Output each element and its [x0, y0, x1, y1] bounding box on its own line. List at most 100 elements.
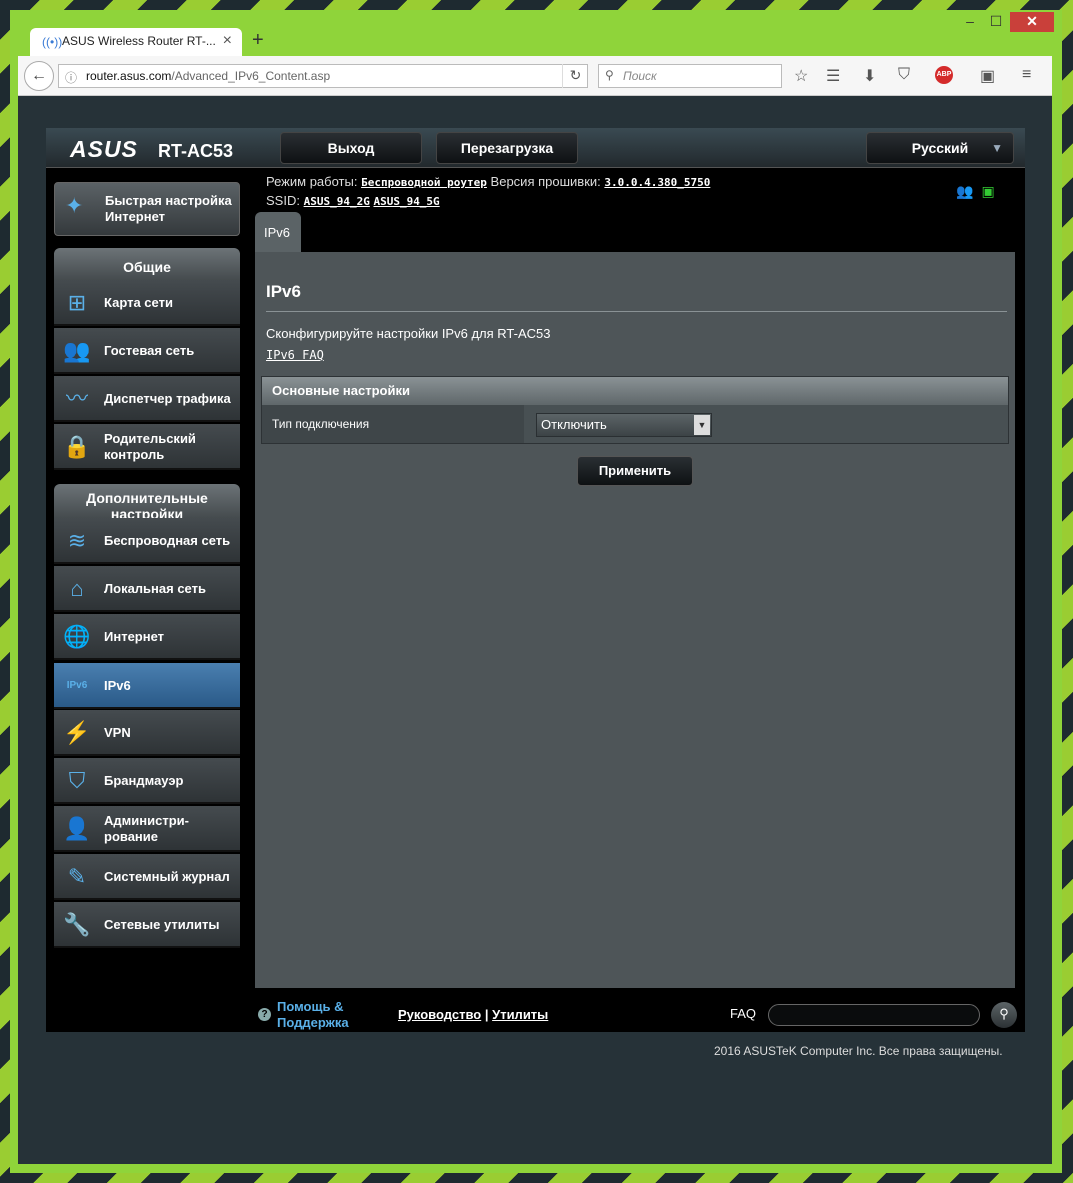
- minimize-icon[interactable]: –: [960, 12, 980, 32]
- home-icon: ⌂: [70, 576, 84, 601]
- table-row: Тип подключения Отключить ▼: [262, 405, 1008, 443]
- url-bar[interactable]: ⓘ router.asus.com/Advanced_IPv6_Content.…: [58, 64, 588, 88]
- footer-links: Руководство | Утилиты: [398, 1007, 548, 1022]
- quick-setup-button[interactable]: ✦ Быстрая настройка Интернет: [54, 182, 240, 236]
- maximize-icon[interactable]: ☐: [986, 12, 1006, 32]
- wifi-icon: ((•)): [42, 35, 63, 49]
- logout-button[interactable]: Выход: [280, 132, 422, 164]
- info-icon[interactable]: ⓘ: [65, 69, 77, 86]
- new-tab-icon[interactable]: +: [252, 29, 264, 52]
- shield-icon: ⛉: [68, 768, 86, 793]
- close-window-icon[interactable]: ✕: [1010, 12, 1054, 32]
- status-icons: 👥 ▣: [956, 183, 995, 200]
- close-tab-icon[interactable]: ×: [223, 32, 232, 50]
- reboot-button[interactable]: Перезагрузка: [436, 132, 578, 164]
- ssid-5g-link[interactable]: ASUS_94_5G: [373, 195, 439, 208]
- network-map-icon: ⊞: [67, 290, 87, 315]
- copyright: 2016 ASUSTeK Computer Inc. Все права защ…: [714, 1044, 1003, 1058]
- sidebar-item-guest-network[interactable]: 👥 Гостевая сеть: [54, 328, 240, 374]
- basic-settings-table: Основные настройки Тип подключения Отклю…: [261, 376, 1009, 444]
- sidebar-item-ipv6[interactable]: IPv6 IPv6: [54, 663, 240, 709]
- adblock-icon[interactable]: ABP: [935, 66, 953, 84]
- footer-separator: |: [484, 1007, 489, 1022]
- sidebar-item-label: Интернет: [104, 629, 165, 644]
- sidebar-item-wireless[interactable]: ≋ Беспроводная сеть: [54, 518, 240, 564]
- faq-search-input[interactable]: [768, 1004, 980, 1026]
- tab-ipv6[interactable]: IPv6: [255, 212, 301, 252]
- sidebar-item-wan[interactable]: 🌐 Интернет: [54, 614, 240, 660]
- search-placeholder: Поиск: [623, 69, 657, 83]
- edit-log-icon: ✎: [67, 864, 87, 889]
- ssid-2g-link[interactable]: ASUS_94_2G: [304, 195, 370, 208]
- chevron-down-icon: ▼: [991, 141, 1003, 155]
- router-header: ASUS RT-AC53 Выход Перезагрузка Русский …: [46, 128, 1025, 168]
- menu-icon[interactable]: ≡: [1022, 66, 1031, 84]
- help-icon: ?: [258, 1008, 271, 1021]
- browser-tab[interactable]: ((•)) ASUS Wireless Router RT-... ×: [30, 28, 242, 56]
- sidebar-item-lan[interactable]: ⌂ Локальная сеть: [54, 566, 240, 612]
- faq-search-icon[interactable]: ⚲: [991, 1002, 1017, 1028]
- sidebar-item-traffic-manager[interactable]: 〰 Диспетчер трафика: [54, 376, 240, 422]
- sidebar-item-administration[interactable]: 👤 Администри-рование: [54, 806, 240, 852]
- globe-icon: 🌐: [63, 624, 91, 649]
- network-status-icon[interactable]: ▣: [981, 183, 994, 199]
- asus-logo: ASUS: [70, 136, 138, 162]
- page-title: IPv6: [266, 282, 301, 301]
- ipv6-faq-link[interactable]: IPv6 FAQ: [266, 348, 324, 362]
- url-path: /Advanced_IPv6_Content.asp: [171, 69, 331, 83]
- language-value: Русский: [911, 140, 969, 156]
- manual-link[interactable]: Руководство: [398, 1007, 481, 1022]
- firmware-link[interactable]: 3.0.0.4.380_5750: [604, 176, 710, 189]
- sidebar-item-parental-control[interactable]: 🔒 Родительский контроль: [54, 424, 240, 470]
- search-input[interactable]: ⚲ Поиск: [598, 64, 782, 88]
- connection-type-label: Тип подключения: [262, 405, 524, 443]
- sidebar-item-label: VPN: [104, 725, 131, 740]
- mode-label: Режим работы:: [266, 174, 358, 189]
- ipv6-panel: IPv6 Сконфигурируйте настройки IPv6 для …: [255, 252, 1015, 988]
- tab-title: ASUS Wireless Router RT-...: [62, 34, 216, 48]
- sidebar-item-label: Гостевая сеть: [104, 343, 195, 358]
- language-select[interactable]: Русский ▼: [866, 132, 1014, 164]
- mode-line: Режим работы: Беспроводной роутер Версия…: [266, 174, 710, 189]
- sidebar-item-vpn[interactable]: ⚡ VPN: [54, 710, 240, 756]
- url-host: router.asus.com: [86, 69, 172, 83]
- magic-wand-icon: ✦: [65, 193, 84, 218]
- lock-icon: 🔒: [63, 434, 91, 459]
- title-divider: [266, 311, 1007, 312]
- apply-button[interactable]: Применить: [577, 456, 693, 486]
- sidebar-item-label: Родительский контроль: [104, 431, 196, 462]
- back-icon[interactable]: ←: [24, 61, 54, 91]
- admin-user-icon: 👤: [63, 816, 91, 841]
- sidebar-item-label: IPv6: [104, 678, 131, 693]
- sidebar-item-system-log[interactable]: ✎ Системный журнал: [54, 854, 240, 900]
- sidebar-item-network-tools[interactable]: 🔧 Сетевые утилиты: [54, 902, 240, 948]
- pocket-icon[interactable]: ⛉: [898, 66, 910, 84]
- advanced-section-title: Дополнительные настройки: [54, 484, 240, 518]
- utilities-link[interactable]: Утилиты: [492, 1007, 548, 1022]
- section-title: Основные настройки: [262, 377, 1008, 405]
- extension-icon[interactable]: ▣: [980, 66, 995, 86]
- help-support-link[interactable]: Помощь & Поддержка: [277, 999, 377, 1031]
- ssid-line: SSID: ASUS_94_2G ASUS_94_5G: [266, 193, 440, 208]
- mode-link[interactable]: Беспроводной роутер: [361, 176, 487, 189]
- guest-users-icon: 👥: [63, 338, 91, 363]
- clients-icon[interactable]: 👥: [956, 183, 973, 199]
- navigation-bar: ← ⓘ router.asus.com/Advanced_IPv6_Conten…: [18, 56, 1052, 96]
- faq-label: FAQ: [730, 1006, 757, 1021]
- sidebar-item-firewall[interactable]: ⛉ Брандмауэр: [54, 758, 240, 804]
- connection-type-value: Отключить: [541, 417, 607, 432]
- wrench-icon: 🔧: [63, 912, 91, 937]
- sidebar-item-label: Администри-рование: [104, 813, 189, 844]
- sidebar-item-network-map[interactable]: ⊞ Карта сети: [54, 280, 240, 326]
- download-icon[interactable]: ⬇: [863, 66, 876, 86]
- connection-type-select[interactable]: Отключить ▼: [536, 413, 712, 437]
- reading-list-icon[interactable]: ☰: [826, 66, 840, 86]
- bookmark-star-icon[interactable]: ☆: [794, 66, 808, 86]
- sidebar-item-label: Системный журнал: [104, 869, 230, 884]
- sidebar-item-label: Брандмауэр: [104, 773, 184, 788]
- sidebar-item-label: Беспроводная сеть: [104, 533, 231, 548]
- wifi-icon: ≋: [67, 528, 87, 553]
- traffic-chart-icon: 〰: [65, 386, 88, 411]
- reload-icon[interactable]: ↻: [562, 64, 588, 88]
- sidebar-item-label: Сетевые утилиты: [104, 917, 220, 932]
